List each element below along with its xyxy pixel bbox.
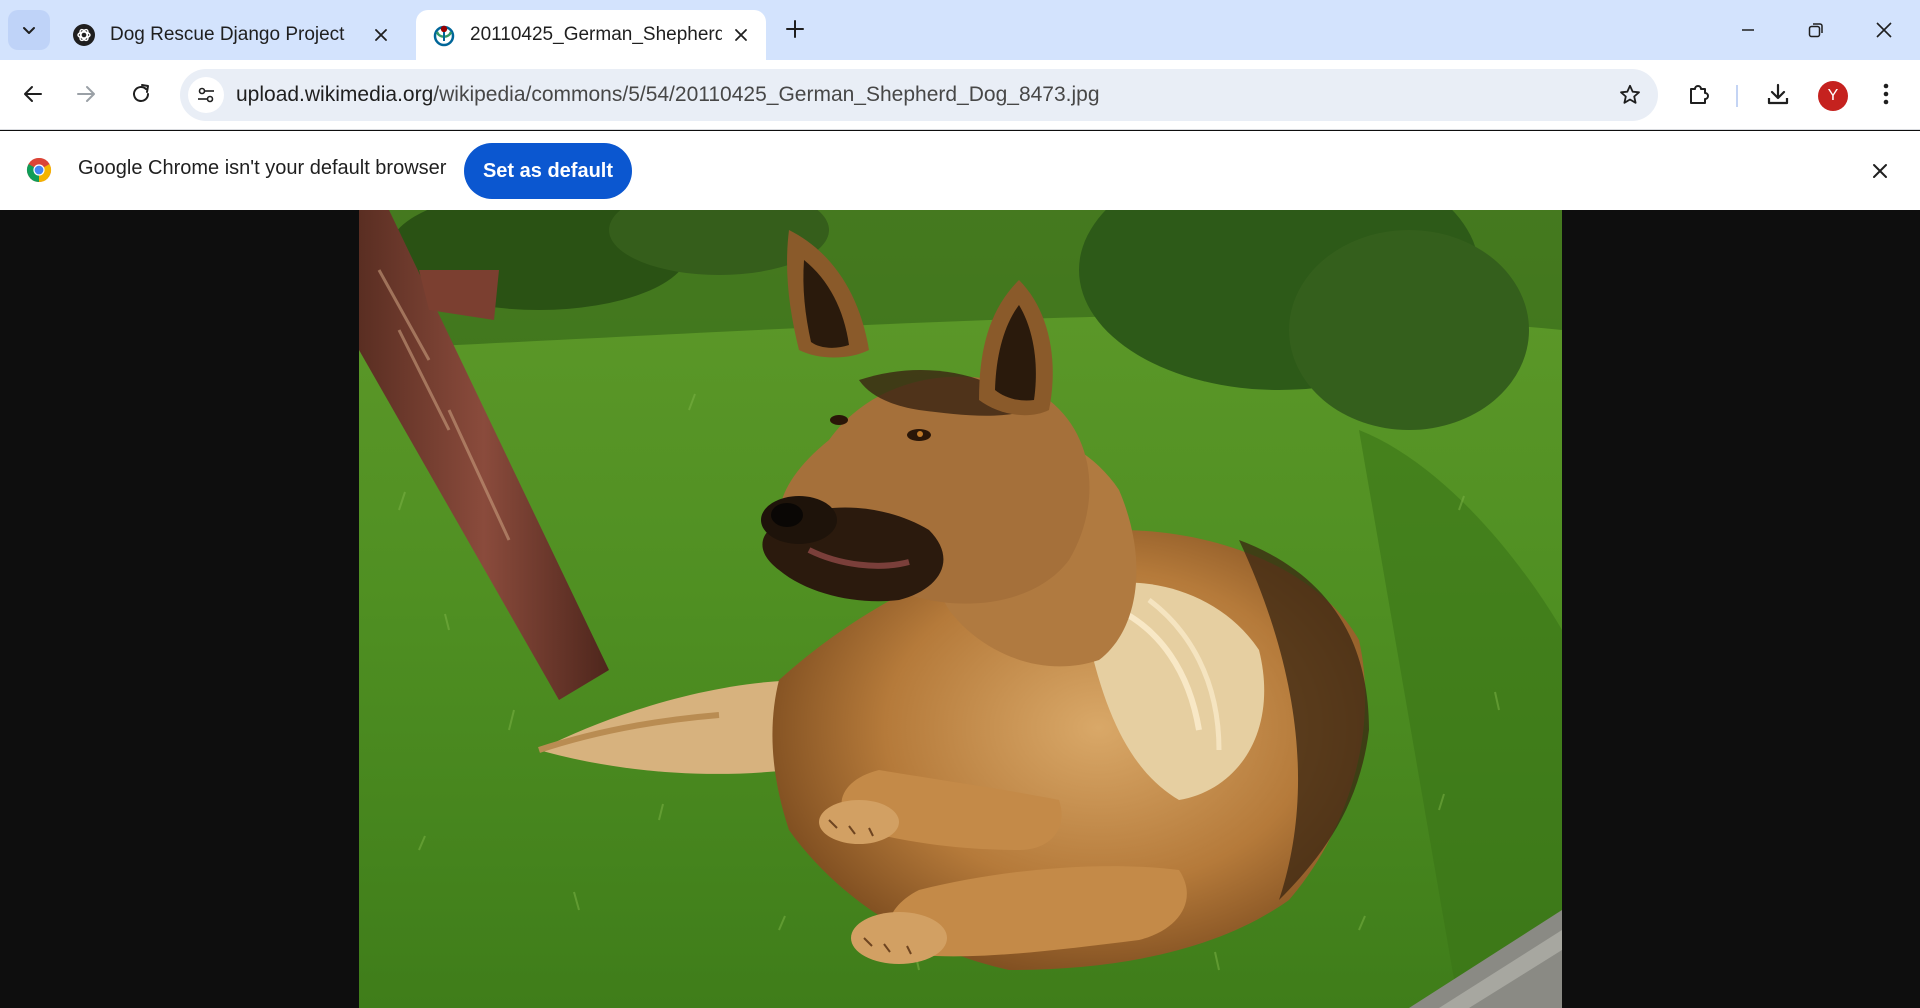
german-shepherd-image: [359, 210, 1562, 1008]
toolbar: upload.wikimedia.org/wikipedia/commons/5…: [0, 60, 1920, 130]
restore-button[interactable]: [1788, 8, 1844, 52]
set-as-default-button[interactable]: Set as default: [464, 143, 632, 199]
tune-icon: [198, 87, 214, 103]
reload-button[interactable]: [121, 74, 161, 114]
url-path: /wikipedia/commons/5/54/20110425_German_…: [433, 83, 1100, 106]
minimize-icon: [1742, 29, 1754, 31]
kebab-menu-icon: [1883, 83, 1889, 105]
address-bar[interactable]: upload.wikimedia.org/wikipedia/commons/5…: [180, 69, 1658, 121]
chevron-down-icon: [23, 27, 35, 34]
url-text: upload.wikimedia.org/wikipedia/commons/5…: [236, 83, 1100, 107]
close-icon: [1876, 22, 1892, 38]
back-button[interactable]: [13, 74, 53, 114]
bookmark-button[interactable]: [1616, 81, 1644, 109]
downloads-button[interactable]: [1758, 74, 1798, 114]
default-browser-infobar: Google Chrome isn't your default browser…: [0, 131, 1920, 210]
arrow-right-icon: [77, 86, 95, 102]
extensions-button[interactable]: [1679, 74, 1719, 114]
infobar-message: Google Chrome isn't your default browser: [78, 157, 447, 179]
dog-photo[interactable]: [359, 210, 1562, 1008]
close-icon: [1873, 164, 1887, 178]
infobar-close-button[interactable]: [1866, 157, 1894, 185]
restore-icon: [1808, 23, 1823, 38]
minimize-button[interactable]: [1720, 8, 1776, 52]
plus-icon: [786, 20, 804, 38]
profile-avatar[interactable]: Y: [1818, 81, 1848, 111]
chatgpt-icon: [73, 24, 95, 46]
url-host: upload.wikimedia.org: [236, 83, 434, 106]
tab-close-icon[interactable]: [730, 24, 752, 46]
tab-close-icon[interactable]: [370, 24, 392, 46]
tab-german-shepherd[interactable]: 20110425_German_Shepherd_D: [416, 10, 766, 60]
arrow-left-icon: [24, 86, 42, 102]
reload-icon: [133, 84, 149, 102]
tab-title: Dog Rescue Django Project: [110, 24, 345, 45]
tab-strip: Dog Rescue Django Project 20110425_Germa…: [0, 0, 1920, 60]
toolbar-divider: [1736, 85, 1738, 107]
tab-dog-rescue[interactable]: Dog Rescue Django Project: [56, 10, 406, 60]
tab-title: 20110425_German_Shepherd_D: [470, 24, 722, 45]
chrome-logo-icon: [26, 157, 52, 182]
download-icon: [1767, 83, 1789, 105]
tab-search-button[interactable]: [8, 10, 50, 50]
menu-button[interactable]: [1866, 74, 1906, 114]
star-icon: [1620, 84, 1640, 104]
new-tab-button[interactable]: [780, 14, 810, 44]
forward-button[interactable]: [66, 74, 106, 114]
puzzle-icon: [1690, 85, 1709, 104]
site-info-button[interactable]: [188, 77, 224, 113]
wikimedia-icon: [433, 25, 455, 47]
close-window-button[interactable]: [1856, 8, 1912, 52]
image-viewer: [0, 210, 1920, 1008]
